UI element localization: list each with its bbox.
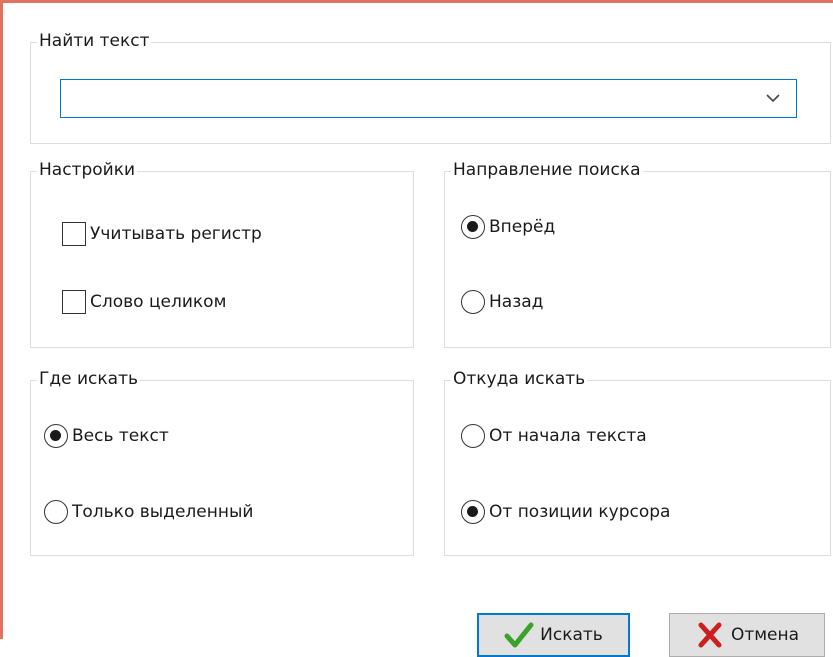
- origin-start-radio[interactable]: От начала текста: [461, 424, 647, 448]
- scope-all-text-label: Весь текст: [72, 426, 169, 446]
- find-dialog: Найти текст Настройки Учитывать регистр …: [0, 0, 833, 657]
- scope-selection-radio[interactable]: Только выделенный: [44, 500, 253, 524]
- chevron-down-icon[interactable]: [764, 88, 782, 108]
- direction-forward-radio[interactable]: Вперёд: [461, 215, 555, 239]
- origin-cursor-indicator[interactable]: [461, 500, 485, 524]
- settings-title: Настройки: [37, 158, 138, 182]
- origin-start-label: От начала текста: [489, 426, 647, 446]
- whole-word-checkbox[interactable]: Слово целиком: [62, 290, 226, 314]
- direction-title: Направление поиска: [451, 158, 643, 182]
- whole-word-label: Слово целиком: [90, 292, 227, 312]
- origin-start-indicator[interactable]: [461, 424, 485, 448]
- close-icon: [698, 622, 722, 648]
- direction-forward-indicator[interactable]: [461, 215, 485, 239]
- direction-backward-radio[interactable]: Назад: [461, 290, 543, 314]
- origin-cursor-radio[interactable]: От позиции курсора: [461, 500, 670, 524]
- scope-all-text-indicator[interactable]: [44, 424, 68, 448]
- find-text-combobox[interactable]: [60, 79, 797, 118]
- checkmark-icon: [504, 622, 534, 648]
- scope-selection-indicator[interactable]: [44, 500, 68, 524]
- settings-group: Настройки: [30, 158, 414, 348]
- origin-group: Откуда искать: [444, 367, 831, 556]
- search-button[interactable]: Искать: [477, 613, 630, 657]
- direction-backward-label: Назад: [489, 292, 544, 312]
- scope-all-text-radio[interactable]: Весь текст: [44, 424, 169, 448]
- whole-word-box[interactable]: [62, 290, 86, 314]
- match-case-box[interactable]: [62, 222, 86, 246]
- find-text-title: Найти текст: [37, 29, 152, 53]
- window-frame-left: [0, 0, 3, 639]
- match-case-checkbox[interactable]: Учитывать регистр: [62, 222, 262, 246]
- origin-title: Откуда искать: [451, 367, 588, 391]
- search-button-label: Искать: [540, 625, 603, 645]
- match-case-label: Учитывать регистр: [90, 224, 262, 244]
- direction-backward-indicator[interactable]: [461, 290, 485, 314]
- scope-title: Где искать: [37, 367, 140, 391]
- origin-cursor-label: От позиции курсора: [489, 502, 671, 522]
- scope-group: Где искать: [30, 367, 414, 556]
- scope-selection-label: Только выделенный: [72, 502, 254, 522]
- window-frame-top: [0, 0, 833, 3]
- cancel-button[interactable]: Отмена: [669, 613, 825, 657]
- direction-forward-label: Вперёд: [489, 217, 556, 237]
- direction-group: Направление поиска: [444, 158, 831, 348]
- cancel-button-label: Отмена: [730, 625, 800, 645]
